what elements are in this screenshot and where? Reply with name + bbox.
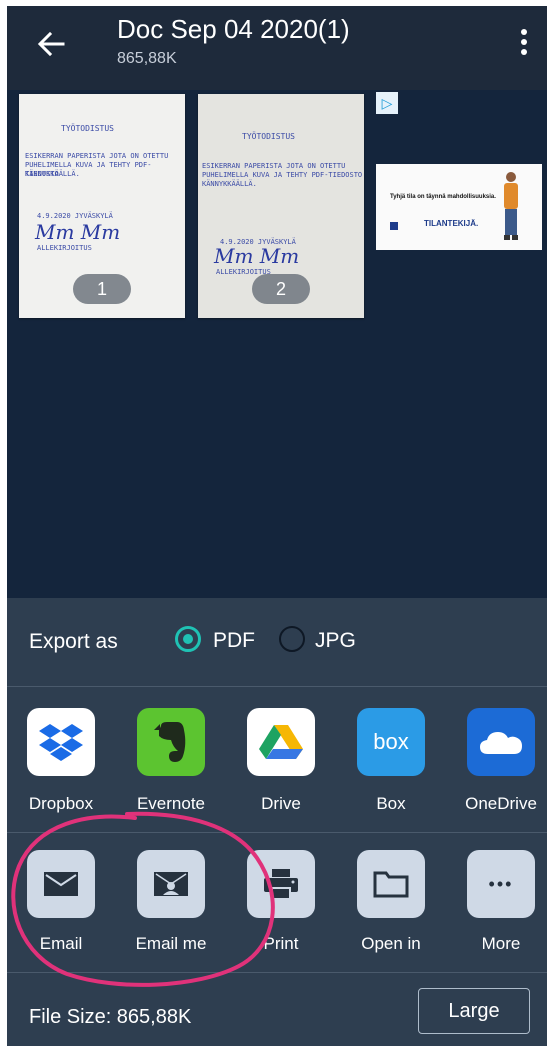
page-text-line: KÄNNYKKÄÄLLÄ. [202,180,257,188]
action-label-email-me: Email me [135,934,207,953]
page-heading: TYÖTODISTUS [242,132,295,141]
export-label: Export as [29,630,118,653]
page-text-line: ESIKERRAN PAPERISTA JOTA ON OTETTU [202,162,346,170]
page-thumbnail-1[interactable]: TYÖTODISTUS ESIKERRAN PAPERISTA JOTA ON … [19,94,185,318]
printer-icon[interactable] [247,850,315,918]
document-title: Doc Sep 04 2020(1) [117,14,350,44]
page-thumbnail-2[interactable]: TYÖTODISTUS ESIKERRAN PAPERISTA JOTA ON … [198,94,364,318]
export-format-row: Export as PDF JPG [7,598,547,686]
box-icon[interactable]: box [357,708,425,776]
evernote-icon[interactable] [137,708,205,776]
divider [7,686,547,687]
page-caption: ALLEKIRJOITUS [37,244,92,252]
page-number-badge: 2 [252,274,310,304]
handwritten-signature: Mm Mm [214,244,300,268]
ad-choices-icon[interactable]: ▷ [376,92,398,114]
share-label-evernote: Evernote [136,794,206,813]
folder-icon[interactable] [357,850,425,918]
ad-headline: Tyhjä tila on täynnä mahdollisuuksia. [390,194,496,200]
file-size-label: File Size: 865,88K [29,1006,192,1028]
radio-jpg-label[interactable]: JPG [315,629,356,653]
email-me-icon[interactable] [137,850,205,918]
app-screen: Doc Sep 04 2020(1) 865,88K TYÖTODISTUS E… [7,6,547,1046]
more-vert-icon[interactable] [517,26,531,60]
top-bar: Doc Sep 04 2020(1) 865,88K [7,6,547,90]
page-text-line: KÄNNYKKÄÄLLÄ. [25,170,80,178]
share-label-dropbox: Dropbox [28,794,94,813]
quality-large-button[interactable]: Large [418,988,530,1034]
dropbox-icon[interactable] [27,708,95,776]
document-size: 865,88K [117,50,177,67]
share-label-box: Box [376,794,406,813]
divider [7,832,547,833]
onedrive-icon[interactable] [467,708,535,776]
page-text-line: PUHELIMELLA KUVA JA TEHTY PDF-TIEDOSTO [202,171,363,179]
page-heading: TYÖTODISTUS [61,124,114,133]
page-text-line: ESIKERRAN PAPERISTA JOTA ON OTETTU [25,152,169,160]
envelope-icon[interactable] [27,850,95,918]
divider [7,972,547,973]
google-drive-icon[interactable] [247,708,315,776]
action-label-open-in: Open in [361,934,421,953]
share-label-onedrive: OneDrive [465,794,537,813]
action-label-print: Print [263,934,299,953]
more-horiz-icon[interactable]: ••• [467,850,535,918]
action-label-more: More [481,934,521,953]
ad-brand: TILANTEKIJÄ. [424,219,479,228]
ad-person-image [504,172,518,240]
radio-pdf[interactable] [175,626,201,652]
share-label-drive: Drive [261,794,301,813]
arrow-left-icon[interactable] [33,26,69,62]
page-number-badge: 1 [73,274,131,304]
page-preview-area: TYÖTODISTUS ESIKERRAN PAPERISTA JOTA ON … [7,90,547,598]
ad-logo-icon [390,222,398,230]
advertisement-banner[interactable]: Tyhjä tila on täynnä mahdollisuuksia. TI… [376,164,542,250]
handwritten-signature: Mm Mm [35,220,121,244]
radio-pdf-label[interactable]: PDF [213,629,255,653]
radio-jpg[interactable] [279,626,305,652]
action-label-email: Email [39,934,83,953]
export-panel: Export as PDF JPG Dropbox Evernote Drive… [7,598,547,1046]
